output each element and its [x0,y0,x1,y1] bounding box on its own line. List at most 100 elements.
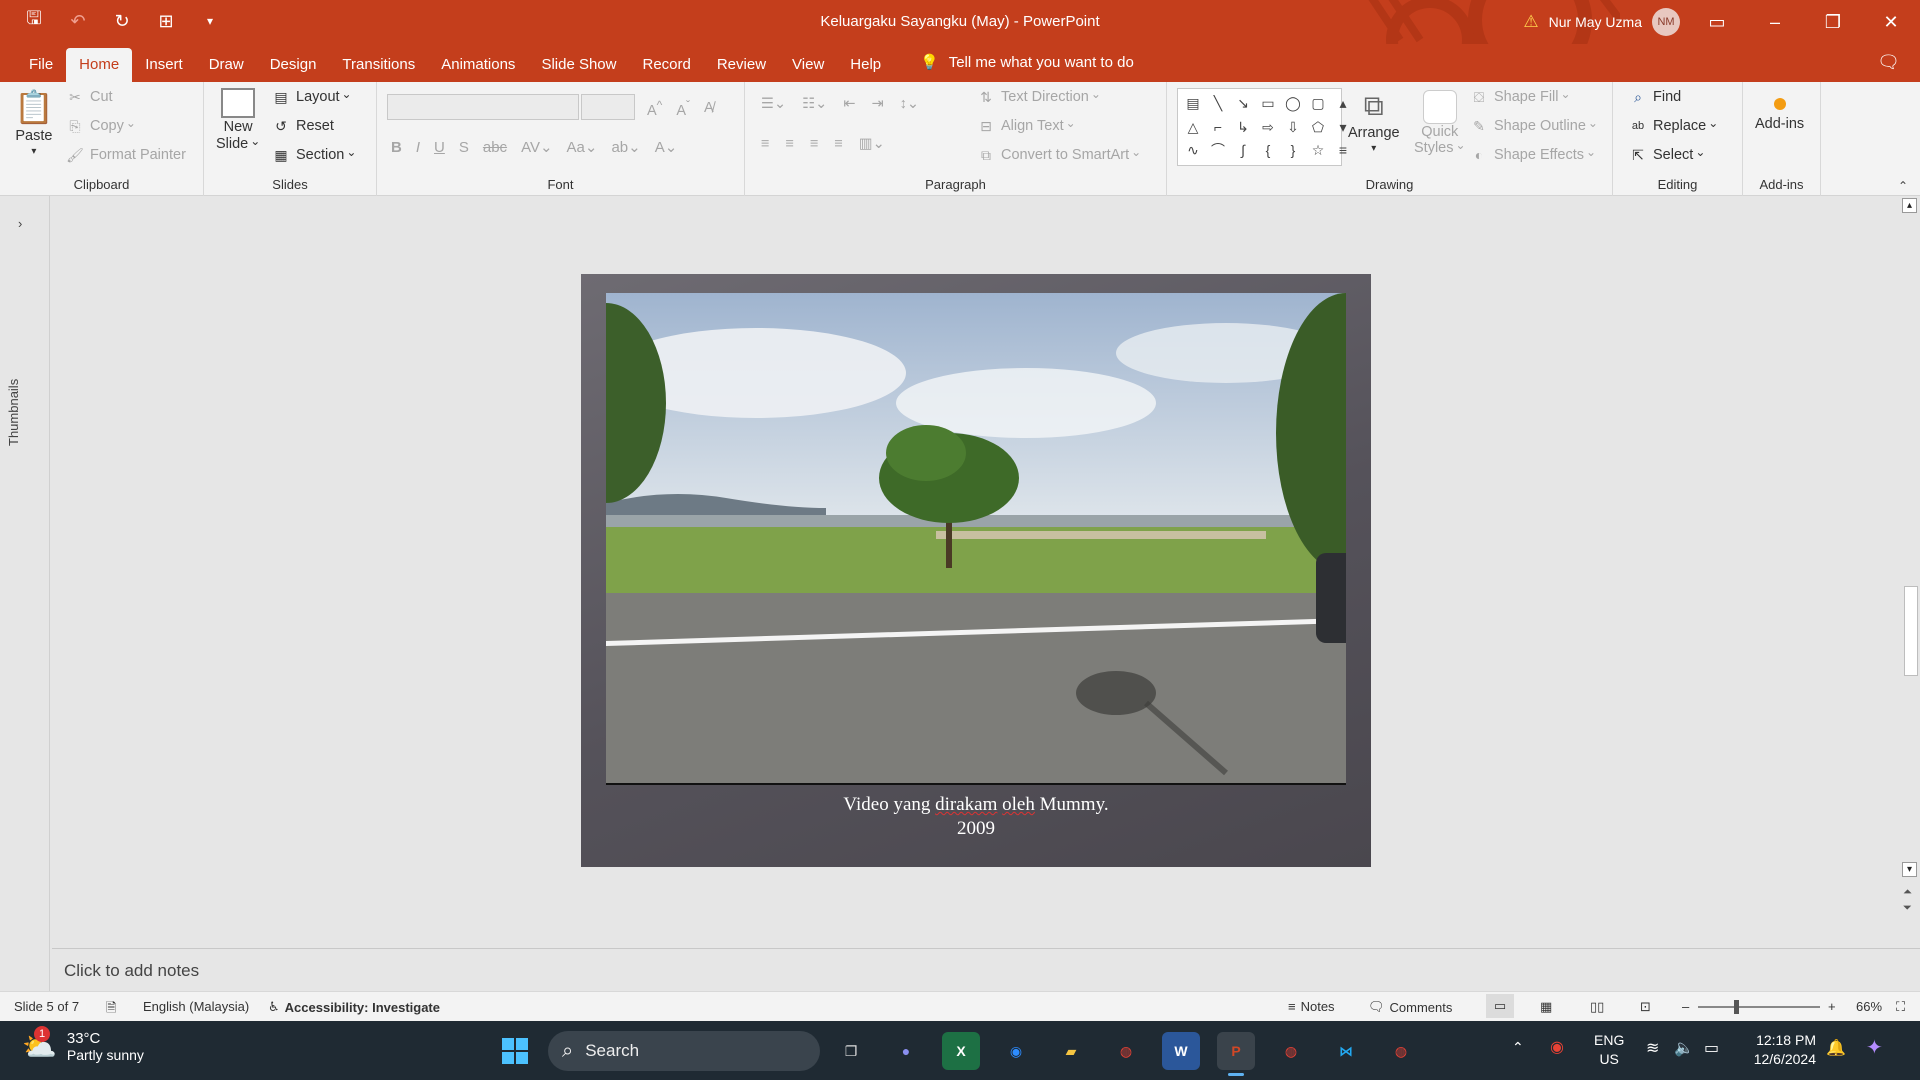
slide-canvas[interactable]: Video yang dirakam oleh Mummy. 2009 [581,274,1371,867]
previous-slide-icon[interactable]: ⏶ [1903,886,1912,899]
arrange-button[interactable]: ⧉ Arrange ▾ [1348,90,1400,154]
slide-caption[interactable]: Video yang dirakam oleh Mummy. [581,794,1371,816]
new-slide-button[interactable]: New Slide [216,88,260,152]
numbering-icon[interactable]: ☷⌄ [802,96,827,112]
increase-indent-icon[interactable]: ⇥ [871,96,883,112]
rounded-rect-shape-icon[interactable]: ▢ [1307,93,1329,114]
tab-draw[interactable]: Draw [196,48,257,82]
fit-to-window-icon[interactable]: ⛶ [1896,999,1905,1015]
notes-placeholder[interactable]: Click to add notes [64,961,199,981]
italic-icon[interactable]: I [416,139,420,156]
arc-shape-icon[interactable]: ⌒ [1207,140,1229,161]
volume-icon[interactable]: 🔈 [1674,1038,1694,1058]
normal-view-icon[interactable]: ▭ [1486,994,1514,1018]
tab-transitions[interactable]: Transitions [329,48,428,82]
shape-outline-button[interactable]: ✎ Shape Outline [1470,117,1598,135]
wifi-icon[interactable]: ≋ [1646,1038,1659,1058]
columns-icon[interactable]: ▥⌄ [859,136,885,152]
select-button[interactable]: ⇱ Select [1629,146,1705,164]
align-center-icon[interactable]: ≡ [785,136,793,152]
comments-button[interactable]: 🗨 Comments [1368,999,1452,1015]
expand-thumbnails-icon[interactable]: › [18,216,22,231]
tab-slide-show[interactable]: Slide Show [528,48,629,82]
strikethrough-icon[interactable]: abc [483,139,507,156]
notes-pane[interactable]: Click to add notes [52,948,1920,991]
language-status[interactable]: English (Malaysia) [143,999,249,1014]
slide-sorter-icon[interactable]: ▦ [1540,999,1552,1015]
elbow-shape-icon[interactable]: ⌐ [1207,117,1229,138]
powerpoint-icon[interactable]: P [1217,1032,1255,1076]
zoom-slider[interactable] [1698,1000,1820,1014]
zoom-slider-thumb[interactable] [1734,1000,1739,1014]
restore-icon[interactable]: ❐ [1804,8,1862,36]
notes-button[interactable]: ≡ Notes [1288,999,1335,1014]
start-button[interactable] [496,1032,534,1070]
scrollbar-thumb[interactable] [1904,586,1918,676]
addins-button[interactable]: Add-ins [1755,90,1804,132]
decrease-font-icon[interactable]: Aˇ [676,98,690,119]
zoom-in-icon[interactable]: + [1828,999,1836,1014]
copilot-icon[interactable]: ✦ [1866,1035,1883,1060]
paste-button[interactable]: 📋 Paste ▾ [14,88,54,157]
tab-file[interactable]: File [16,48,66,82]
accessibility-status[interactable]: ♿ Accessibility: Investigate [268,999,440,1015]
tab-home[interactable]: Home [66,48,133,82]
scroll-down-arrow-icon[interactable]: ▾ [1902,862,1917,877]
chrome-profile-icon[interactable]: ◍ [1272,1032,1310,1070]
tab-help[interactable]: Help [837,48,894,82]
teams-icon[interactable]: ● [887,1032,925,1070]
shape-effects-button[interactable]: ◐ Shape Effects [1470,146,1596,164]
font-family-input[interactable] [387,94,579,120]
comment-icon[interactable]: 🗨 [1877,52,1900,73]
video-frame[interactable] [606,293,1346,785]
oval-shape-icon[interactable]: ◯ [1282,93,1304,114]
cut-button[interactable]: ✂ Cut [66,88,112,106]
align-left-icon[interactable]: ≡ [761,136,769,152]
layout-button[interactable]: ▤ Layout [272,88,352,106]
close-icon[interactable]: ✕ [1862,8,1920,36]
minimize-icon[interactable]: – [1746,8,1804,36]
shapes-gallery[interactable]: ▤ ╲ ↘ ▭ ◯ ▢ ▴ △ ⌐ ↳ ⇨ ⇩ ⬠ ▾ ∿ ⌒ ∫{} ☆ ≡ [1177,88,1347,166]
left-brace-shape-icon[interactable]: { [1257,140,1279,161]
weather-widget[interactable]: ⛅ 1 33°C Partly sunny [22,1026,144,1063]
right-arrow-shape-icon[interactable]: ⇨ [1257,117,1279,138]
clock[interactable]: 12:18 PM 12/6/2024 [1746,1031,1816,1069]
font-size-controls[interactable]: A^ Aˇ A̸ [647,98,714,119]
shape-fill-button[interactable]: ⛋ Shape Fill [1470,88,1571,106]
vertical-scrollbar[interactable]: ▴ ▾ ⏶ ⏷ [1898,196,1920,948]
replace-button[interactable]: ab Replace [1629,117,1718,135]
copy-button[interactable]: ⎘ Copy [66,117,136,135]
scroll-up-arrow-icon[interactable]: ▴ [1902,198,1917,213]
clear-formatting-icon[interactable]: A̸ [704,100,714,116]
vscode-icon[interactable]: ⋈ [1327,1032,1365,1070]
scribble-shape-icon[interactable]: ∿ [1182,140,1204,161]
arrow-line-shape-icon[interactable]: ↘ [1232,93,1254,114]
quick-styles-button[interactable]: Quick Styles [1414,90,1466,156]
star-shape-icon[interactable]: ☆ [1307,140,1329,161]
tray-overflow-icon[interactable]: ⌃ [1512,1039,1524,1056]
taskbar-search[interactable]: ⌕ Search [548,1031,820,1071]
zoom-app-icon[interactable]: ◉ [997,1032,1035,1070]
highlight-icon[interactable]: ab⌄ [611,138,640,156]
thumbnails-label[interactable]: Thumbnails [6,379,21,446]
spelling-icon[interactable]: 🗎 [106,999,116,1021]
find-button[interactable]: ⌕ Find [1629,88,1681,106]
zoom-out-icon[interactable]: – [1682,999,1689,1014]
char-spacing-icon[interactable]: AV⌄ [521,138,552,156]
input-language[interactable]: ENG US [1594,1031,1624,1069]
justify-icon[interactable]: ≡ [834,136,842,152]
tab-view[interactable]: View [779,48,837,82]
text-direction-button[interactable]: ⇅ Text Direction [977,88,1101,106]
curve-shape-icon[interactable]: ∫ [1232,140,1254,161]
align-right-icon[interactable]: ≡ [810,136,818,152]
account-area[interactable]: ⚠ Nur May Uzma NM [1523,8,1680,36]
textbox-shape-icon[interactable]: ▤ [1182,93,1204,114]
rectangle-shape-icon[interactable]: ▭ [1257,93,1279,114]
file-explorer-icon[interactable]: ▰ [1052,1032,1090,1070]
ribbon-display-icon[interactable]: ▭ [1688,8,1746,36]
zoom-level[interactable]: 66% [1856,999,1882,1014]
elbow-arrow-shape-icon[interactable]: ↳ [1232,117,1254,138]
avatar[interactable]: NM [1652,8,1680,36]
increase-font-icon[interactable]: A^ [647,98,662,119]
format-painter-button[interactable]: 🖌 Format Painter [66,146,186,164]
